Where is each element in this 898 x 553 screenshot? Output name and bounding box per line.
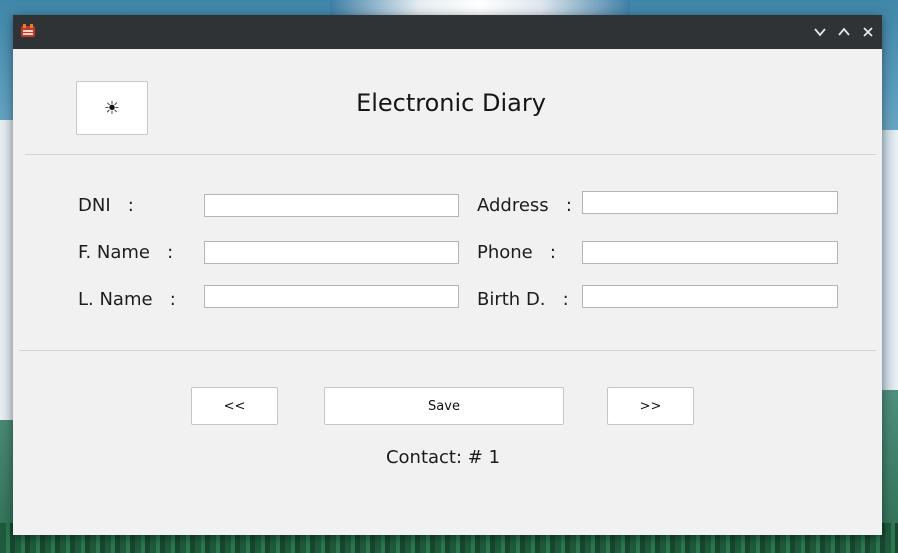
chevron-up-icon <box>838 27 850 36</box>
first-name-label: F. Name : <box>78 242 174 263</box>
birth-date-label: Birth D. : <box>477 289 569 310</box>
dni-field[interactable] <box>204 194 459 217</box>
form-divider <box>19 350 876 351</box>
close-icon <box>863 27 873 37</box>
address-label: Address : <box>477 195 572 216</box>
phone-label: Phone : <box>477 242 556 263</box>
main-content: ☀ Electronic Diary DNI : F. Name : L. Na… <box>13 49 882 535</box>
phone-field[interactable] <box>582 241 838 264</box>
last-name-label: L. Name : <box>78 289 176 310</box>
maximize-button[interactable] <box>834 22 854 42</box>
app-icon <box>21 24 35 37</box>
first-name-field[interactable] <box>204 241 459 264</box>
minimize-button[interactable] <box>810 22 830 42</box>
last-name-field[interactable] <box>204 285 459 308</box>
app-window: ☀ Electronic Diary DNI : F. Name : L. Na… <box>13 15 882 535</box>
header-divider <box>25 154 876 155</box>
close-button[interactable] <box>858 22 878 42</box>
dni-label: DNI : <box>78 195 134 216</box>
next-button[interactable]: >> <box>607 387 694 425</box>
address-field[interactable] <box>582 191 838 214</box>
contact-counter: Contact: # 1 <box>385 447 501 468</box>
save-button[interactable]: Save <box>324 387 564 425</box>
sun-icon: ☀ <box>103 97 121 119</box>
previous-button[interactable]: << <box>191 387 278 425</box>
page-title: Electronic Diary <box>356 89 546 117</box>
title-bar[interactable] <box>13 15 882 49</box>
chevron-down-icon <box>814 28 826 37</box>
birth-date-field[interactable] <box>582 285 838 308</box>
theme-toggle-button[interactable]: ☀ <box>76 81 148 135</box>
